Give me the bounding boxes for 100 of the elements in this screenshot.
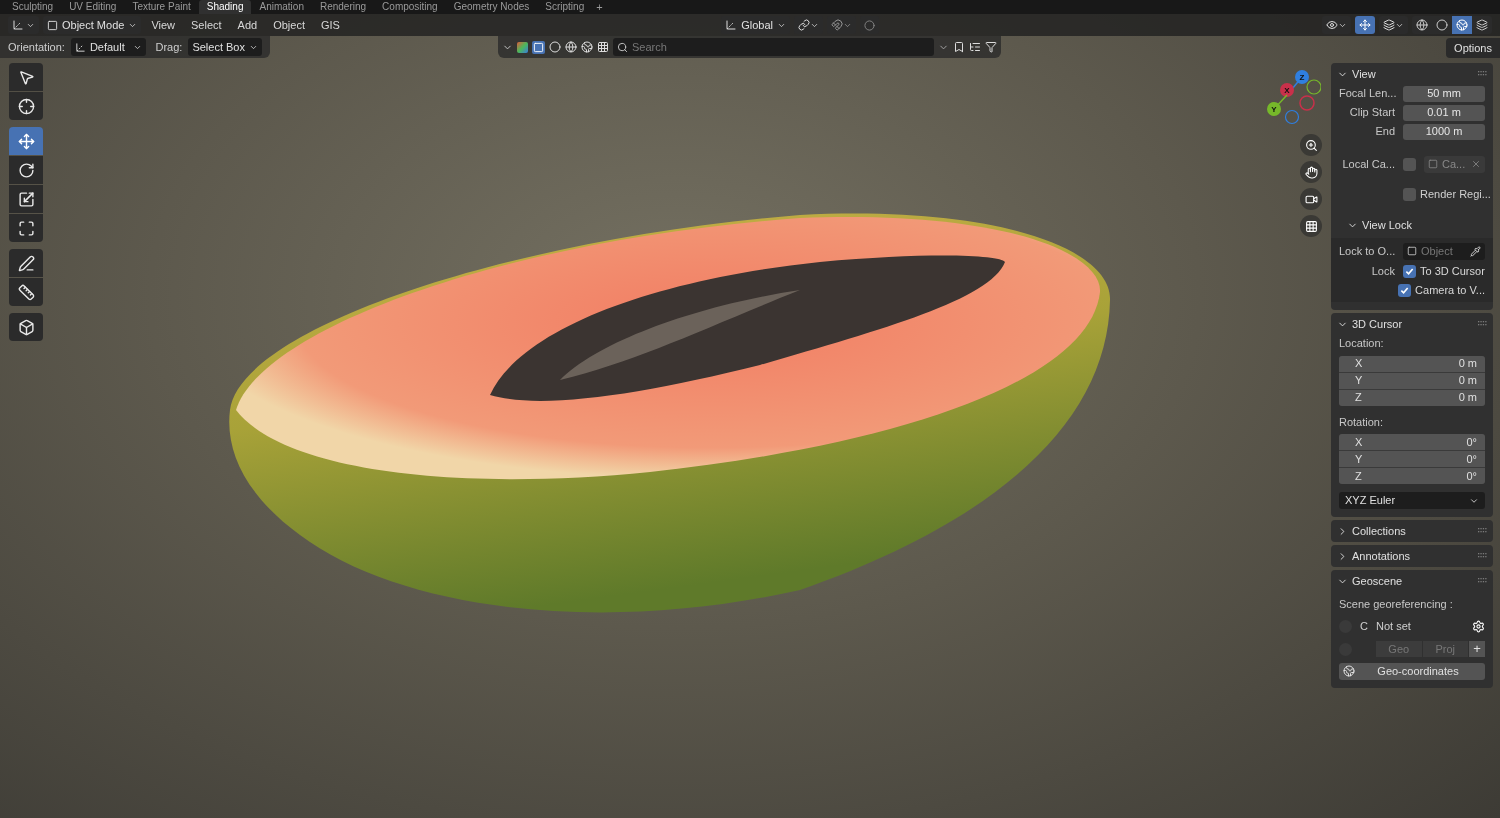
tool-button[interactable] bbox=[9, 92, 43, 120]
bookmark-icon[interactable] bbox=[953, 41, 965, 53]
zoom-button[interactable] bbox=[1300, 134, 1322, 156]
vector-field[interactable]: Y 0° bbox=[1339, 451, 1485, 467]
search-icon bbox=[617, 41, 628, 53]
checkbox[interactable] bbox=[1398, 283, 1412, 297]
workspace-tab[interactable]: Shading bbox=[198, 0, 252, 14]
tool-button[interactable] bbox=[9, 214, 43, 242]
workspace-tab[interactable]: Sculpting bbox=[4, 0, 62, 14]
tree-icon[interactable] bbox=[969, 41, 981, 53]
axes-icon bbox=[725, 19, 738, 31]
tool-button[interactable] bbox=[9, 156, 43, 184]
drag-handle-icon bbox=[1478, 528, 1487, 534]
pan-button[interactable] bbox=[1300, 161, 1322, 183]
crs-letter: C bbox=[1360, 619, 1368, 635]
section-label: Scene georeferencing : bbox=[1339, 597, 1454, 612]
globe-icon[interactable] bbox=[565, 41, 577, 53]
ortho-toggle-button[interactable] bbox=[1300, 215, 1322, 237]
number-field[interactable]: 50 mm bbox=[1403, 85, 1485, 102]
field-label: End bbox=[1374, 124, 1395, 140]
dropdown[interactable]: XYZ Euler bbox=[1339, 492, 1485, 509]
drag-handle-icon bbox=[1478, 71, 1487, 77]
panel-title[interactable]: Collections bbox=[1352, 522, 1406, 540]
tool-button[interactable] bbox=[9, 63, 43, 91]
visibility-button[interactable] bbox=[1322, 16, 1351, 34]
vector-field[interactable]: Y 0 m bbox=[1339, 372, 1485, 389]
menu-item[interactable]: Object bbox=[267, 16, 311, 34]
shading-mode-button[interactable] bbox=[1452, 16, 1472, 34]
overlay-button[interactable] bbox=[1379, 16, 1408, 34]
field-label: Clip Start bbox=[1348, 105, 1395, 121]
orientation-dropdown[interactable]: Default bbox=[70, 38, 146, 56]
field-label: Orientation: bbox=[8, 39, 65, 55]
geo-coordinates-button[interactable]: Geo-coordinates bbox=[1339, 662, 1485, 680]
tool-button[interactable] bbox=[9, 185, 43, 213]
subpanel-title[interactable]: View Lock bbox=[1362, 216, 1412, 234]
section-label: Rotation: bbox=[1339, 414, 1385, 430]
select-mode-button[interactable] bbox=[532, 40, 545, 54]
search-field[interactable]: Search bbox=[613, 38, 934, 56]
move-arrows-icon bbox=[17, 132, 35, 150]
workspace-tab[interactable]: Geometry Nodes bbox=[445, 0, 538, 14]
filter-icon[interactable] bbox=[985, 41, 997, 53]
tool-button[interactable] bbox=[9, 278, 43, 306]
object-icon bbox=[1407, 246, 1417, 256]
panel-title[interactable]: Annotations bbox=[1352, 547, 1411, 565]
cube-icon[interactable] bbox=[517, 41, 528, 53]
checkbox[interactable] bbox=[1403, 157, 1416, 171]
options-button[interactable]: Options bbox=[1446, 38, 1500, 58]
drag-handle-icon bbox=[1478, 578, 1487, 584]
checkbox-label: To 3D Cursor bbox=[1420, 263, 1485, 279]
drag-handle-icon bbox=[1478, 321, 1487, 327]
add-workspace-button[interactable]: + bbox=[592, 0, 607, 14]
layers-icon bbox=[1383, 19, 1395, 31]
hand-icon bbox=[1304, 165, 1318, 179]
panel-title[interactable]: View bbox=[1352, 65, 1376, 83]
workspace-tab[interactable]: Scripting bbox=[537, 0, 593, 14]
globe-icon bbox=[1343, 665, 1355, 677]
axes-icon bbox=[12, 19, 24, 31]
workspace-tab[interactable]: Rendering bbox=[311, 0, 375, 14]
drag-handle-icon bbox=[1478, 553, 1487, 559]
field-label: Drag: bbox=[155, 39, 183, 55]
workspace-tab[interactable]: Compositing bbox=[374, 0, 446, 14]
editor-type-button[interactable] bbox=[8, 16, 39, 34]
camera-view-button[interactable] bbox=[1300, 188, 1322, 210]
section-label: Location: bbox=[1339, 336, 1385, 351]
zoom-icon bbox=[1304, 138, 1318, 152]
object-field[interactable]: Object bbox=[1403, 242, 1485, 260]
workspace-tab[interactable]: Texture Paint bbox=[124, 0, 199, 14]
settings-icon[interactable] bbox=[1472, 620, 1485, 633]
square-icon bbox=[47, 19, 58, 31]
tool-button[interactable] bbox=[9, 249, 43, 277]
number-field[interactable]: 1000 m bbox=[1403, 123, 1485, 140]
tool-button[interactable] bbox=[9, 313, 43, 341]
vector-field[interactable]: Z 0° bbox=[1339, 468, 1485, 484]
menu-item[interactable]: Add bbox=[231, 16, 264, 34]
menu-item[interactable]: View bbox=[145, 16, 182, 34]
checkbox-label: Camera to V... bbox=[1415, 282, 1485, 298]
workspace-tab[interactable]: Animation bbox=[251, 0, 312, 14]
checkbox-label: Render Regi... bbox=[1420, 186, 1491, 202]
menu-item[interactable]: Select bbox=[185, 16, 228, 34]
checkbox[interactable] bbox=[1403, 264, 1416, 278]
vector-field[interactable]: X 0 m bbox=[1339, 355, 1485, 372]
menu-item[interactable]: GIS bbox=[315, 16, 346, 34]
ruler-icon bbox=[17, 283, 35, 301]
navigation-gizmo[interactable]: Z X Y bbox=[1257, 63, 1321, 125]
workspace-tab[interactable]: UV Editing bbox=[61, 0, 125, 14]
mode-dropdown[interactable]: Object Mode bbox=[43, 16, 142, 34]
vector-field[interactable]: Z 0 m bbox=[1339, 389, 1485, 406]
drag-dropdown[interactable]: Select Box bbox=[188, 38, 262, 56]
rotate-icon bbox=[17, 161, 35, 179]
gizmo-toggle[interactable] bbox=[1355, 16, 1375, 34]
grid-icon[interactable] bbox=[597, 41, 609, 53]
world-icon[interactable] bbox=[581, 41, 593, 53]
move-arrows-icon bbox=[1359, 19, 1371, 31]
checkbox[interactable] bbox=[1403, 187, 1416, 201]
number-field[interactable]: 0.01 m bbox=[1403, 104, 1485, 121]
panel-title[interactable]: 3D Cursor bbox=[1352, 315, 1403, 333]
crosshair-icon bbox=[17, 97, 35, 115]
vector-field[interactable]: X 0° bbox=[1339, 434, 1485, 450]
add-button[interactable]: + bbox=[1469, 641, 1485, 657]
panel-title[interactable]: Geoscene bbox=[1352, 572, 1403, 590]
